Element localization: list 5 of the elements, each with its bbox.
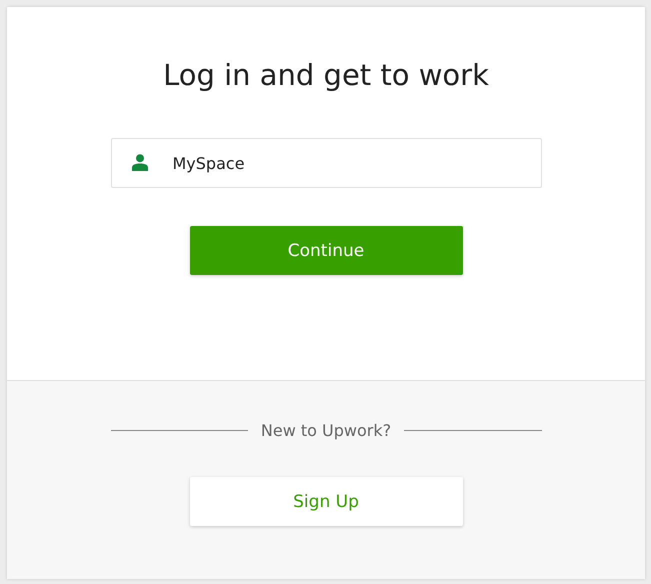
login-title: Log in and get to work	[163, 57, 489, 93]
continue-button[interactable]: Continue	[190, 226, 462, 275]
username-field[interactable]: MySpace	[110, 138, 542, 188]
sign-up-button[interactable]: Sign Up	[190, 477, 462, 526]
new-to-upwork-text: New to Upwork?	[260, 421, 392, 440]
